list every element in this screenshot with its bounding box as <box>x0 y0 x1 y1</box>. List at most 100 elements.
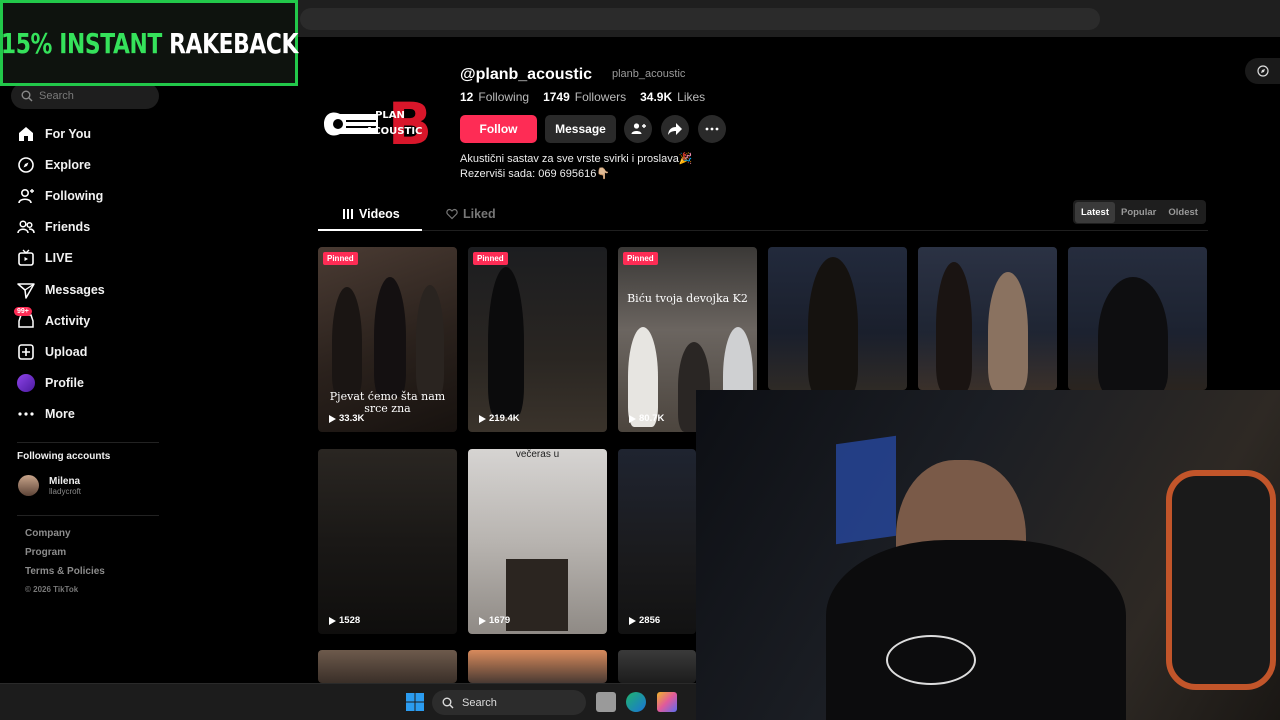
promo-white-text: RAKEBACK <box>168 26 298 60</box>
sidebar-item-upload[interactable]: Upload <box>16 336 105 367</box>
search-input[interactable]: Search <box>11 83 159 109</box>
pinned-badge: Pinned <box>623 252 658 265</box>
sidebar-item-label: LIVE <box>45 251 73 266</box>
webcam-overlay <box>696 390 1280 720</box>
following-account-item[interactable]: Milena lladycroft <box>18 475 81 496</box>
tab-label: Videos <box>359 207 400 221</box>
view-count: 1679 <box>478 615 510 626</box>
video-thumbnail[interactable]: 1528 <box>318 449 457 634</box>
footer-link-program[interactable]: Program <box>25 547 105 566</box>
share-button[interactable] <box>661 115 689 143</box>
sort-popular[interactable]: Popular <box>1115 202 1162 223</box>
play-icon <box>629 616 636 625</box>
sidebar-item-messages[interactable]: Messages <box>16 274 105 305</box>
sidebar-divider <box>17 515 159 516</box>
sidebar-item-friends[interactable]: Friends <box>16 212 105 243</box>
edge-browser-icon[interactable] <box>626 692 646 712</box>
avatar <box>18 475 39 496</box>
video-thumbnail[interactable] <box>918 247 1057 390</box>
task-view-icon[interactable] <box>596 692 616 712</box>
sidebar-nav: For You Explore Following Friends LIVE M… <box>14 118 105 430</box>
view-count: 80.7K <box>628 413 664 424</box>
copyright: © 2026 TikTok <box>25 585 79 594</box>
bio-line: Akustični sastav za sve vrste svirki i p… <box>460 153 693 165</box>
tab-liked[interactable]: Liked <box>446 207 496 221</box>
sidebar-item-more[interactable]: More <box>16 399 105 430</box>
windows-start-icon[interactable] <box>405 692 425 712</box>
sidebar-item-profile[interactable]: Profile <box>16 368 105 399</box>
logo-text-plan: PLAN <box>375 110 405 121</box>
grid-icon <box>343 209 353 219</box>
sidebar-item-label: Activity <box>45 313 91 328</box>
sidebar-item-live[interactable]: LIVE <box>16 243 105 274</box>
play-icon <box>329 414 336 423</box>
bio-line: Rezerviši sada: 069 695616👇🏼 <box>460 168 611 180</box>
sidebar-item-label: More <box>45 407 75 422</box>
pinned-badge: Pinned <box>473 252 508 265</box>
view-count: 33.3K <box>328 413 364 424</box>
profile-avatar-icon <box>16 373 36 393</box>
user-follow-icon <box>16 186 36 206</box>
sidebar-item-label: Friends <box>45 220 91 235</box>
liked-heart-icon <box>446 208 458 220</box>
following-stat[interactable]: 12 Following <box>460 90 529 104</box>
play-icon <box>479 616 486 625</box>
video-caption: Pjevat ćemo šta nam srce zna <box>329 390 446 415</box>
footer-link-terms[interactable]: Terms & Policies <box>25 566 105 585</box>
compass-icon <box>16 155 36 175</box>
sidebar-item-label: Messages <box>45 282 105 297</box>
ellipsis-icon <box>705 127 719 131</box>
more-options-button[interactable] <box>698 115 726 143</box>
windows-taskbar: Search <box>0 683 696 720</box>
browser-address-bar[interactable] <box>300 8 1100 30</box>
search-icon <box>21 90 33 102</box>
likes-stat: 34.9K Likes <box>640 90 706 104</box>
active-tab-indicator <box>318 229 422 231</box>
video-thumbnail[interactable] <box>468 650 607 683</box>
video-thumbnail[interactable] <box>768 247 907 390</box>
sidebar-item-following[interactable]: Following <box>16 180 105 211</box>
sidebar-item-label: Upload <box>45 344 88 359</box>
sidebar-item-explore[interactable]: Explore <box>16 149 105 180</box>
compass-icon <box>1256 65 1269 77</box>
video-caption: Biću tvoja devojka K2 <box>627 292 748 305</box>
compass-float-button[interactable] <box>1245 58 1280 84</box>
friends-icon <box>16 217 36 237</box>
video-thumbnail[interactable]: večeras u 1679 <box>468 449 607 634</box>
sidebar-item-label: Profile <box>45 376 84 391</box>
following-accounts-title: Following accounts <box>17 451 111 462</box>
home-icon <box>16 124 36 144</box>
promo-green-text: 15% INSTANT <box>0 26 162 60</box>
profile-bio: Akustični sastav za sve vrste svirki i p… <box>460 152 693 182</box>
video-thumbnail[interactable] <box>318 650 457 683</box>
search-placeholder: Search <box>39 90 74 102</box>
live-icon <box>16 248 36 268</box>
video-thumbnail[interactable]: 2856 <box>618 449 696 634</box>
pinned-badge: Pinned <box>323 252 358 265</box>
video-caption: večeras u <box>515 449 560 460</box>
share-arrow-icon <box>668 123 682 135</box>
video-thumbnail[interactable] <box>1068 247 1207 390</box>
copilot-icon[interactable] <box>657 692 677 712</box>
sort-latest[interactable]: Latest <box>1075 201 1115 223</box>
sidebar-item-activity[interactable]: 99+ Activity <box>14 305 105 336</box>
follow-button[interactable]: Follow <box>460 115 537 143</box>
following-account-name: Milena <box>49 475 81 487</box>
video-thumbnail[interactable]: Pinned Pjevat ćemo šta nam srce zna 33.3… <box>318 247 457 432</box>
sidebar-item-for-you[interactable]: For You <box>16 118 105 149</box>
video-thumbnail[interactable] <box>618 650 696 683</box>
more-icon <box>16 404 36 424</box>
taskbar-search[interactable]: Search <box>432 690 586 715</box>
activity-badge: 99+ <box>14 307 32 317</box>
sort-oldest[interactable]: Oldest <box>1162 202 1204 223</box>
message-button[interactable]: Message <box>545 115 616 143</box>
followers-stat[interactable]: 1749 Followers <box>543 90 626 104</box>
video-thumbnail[interactable]: Pinned 219.4K <box>468 247 607 432</box>
suggested-accounts-button[interactable] <box>624 115 652 143</box>
tab-videos[interactable]: Videos <box>342 207 400 221</box>
profile-avatar-logo: B PLAN ACOUSTIC <box>318 90 436 158</box>
view-count: 1528 <box>328 615 360 626</box>
view-count: 2856 <box>628 615 660 626</box>
footer-link-company[interactable]: Company <box>25 528 105 547</box>
sidebar-item-label: For You <box>45 126 92 141</box>
